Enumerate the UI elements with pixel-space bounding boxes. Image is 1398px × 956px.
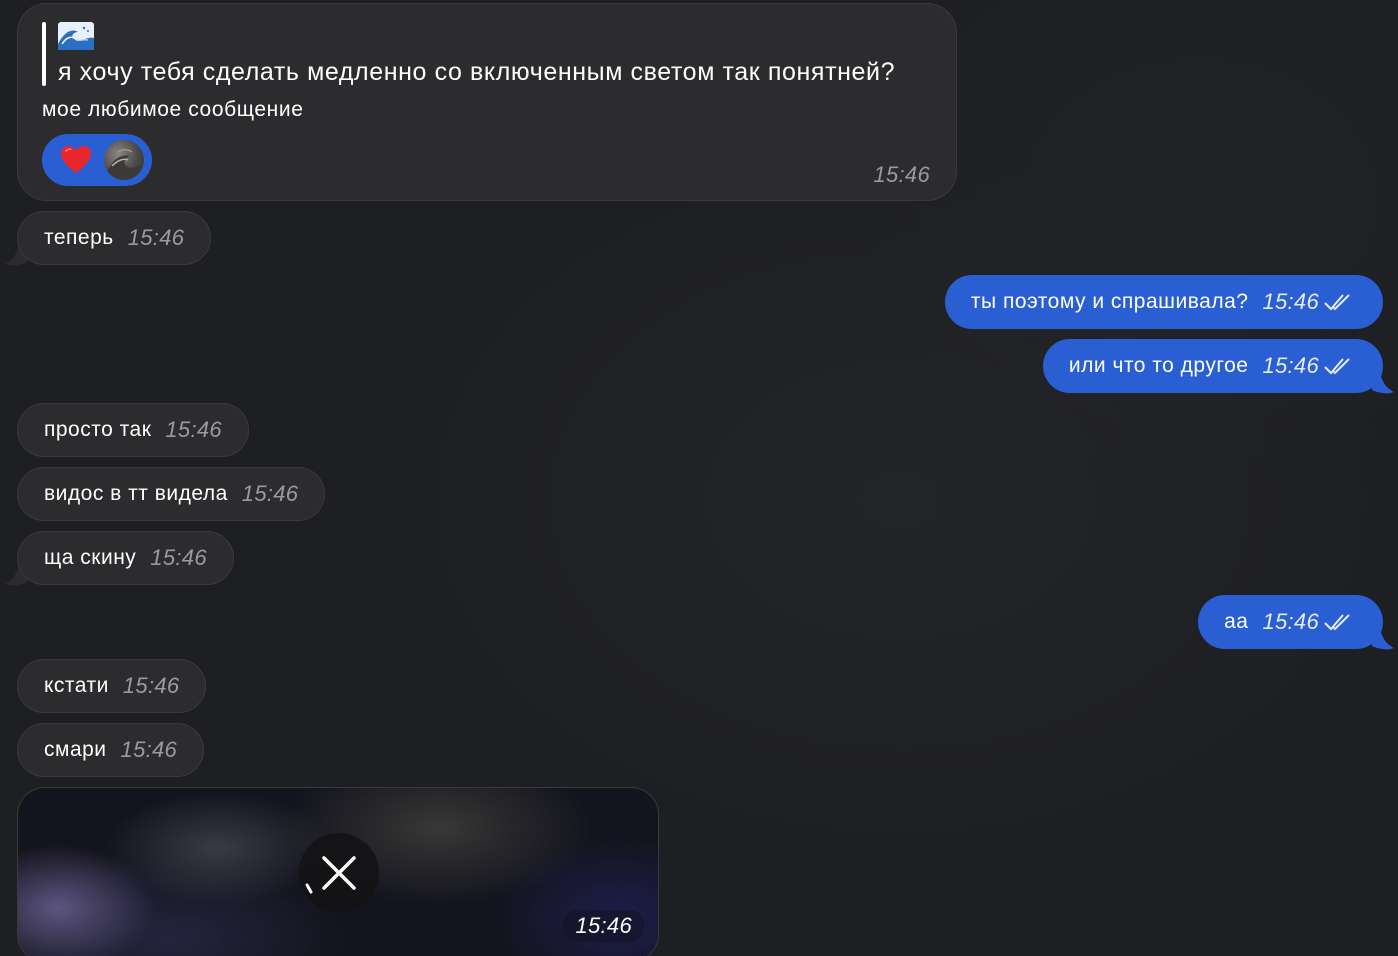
message-bubble[interactable]: видос в тт видела 15:46 <box>17 467 326 521</box>
message-bubble[interactable]: смари 15:46 <box>17 723 205 777</box>
video-message-preview[interactable]: 15:46 <box>17 787 659 956</box>
quoted-message-bubble[interactable]: я хочу тебя сделать медленно со включенн… <box>17 3 957 201</box>
close-icon <box>305 856 356 894</box>
message-text: смари <box>44 738 107 761</box>
message-bubble[interactable]: аа 15:46 <box>1198 595 1383 649</box>
timestamp: 15:46 <box>165 417 222 442</box>
message-bubble[interactable]: ща скину 15:46 <box>17 531 234 585</box>
ocean-wave-icon <box>58 22 94 50</box>
message-text: кстати <box>44 674 109 697</box>
message-text: теперь <box>44 226 114 249</box>
timestamp: 15:46 <box>150 545 207 570</box>
timestamp: 15:46 <box>1262 609 1319 634</box>
message-text: аа <box>1224 610 1249 633</box>
timestamp: 15:46 <box>563 910 644 942</box>
reactor-avatar[interactable] <box>104 140 144 180</box>
message-bubble[interactable]: или что то другое 15:46 <box>1042 339 1383 393</box>
read-checkmarks-icon <box>1323 355 1355 377</box>
timestamp: 15:46 <box>873 162 930 187</box>
heart-icon <box>61 146 91 173</box>
message-text: или что то другое <box>1068 354 1249 377</box>
message-text: мое любимое сообщение <box>42 98 304 121</box>
quoted-text: я хочу тебя сделать медленно со включенн… <box>58 58 896 86</box>
timestamp: 15:46 <box>127 225 185 250</box>
read-checkmarks-icon <box>1323 291 1355 313</box>
timestamp: 15:46 <box>1262 289 1319 314</box>
message-text: ща скину <box>44 546 137 569</box>
timestamp: 15:46 <box>241 481 299 506</box>
message-bubble[interactable]: теперь 15:46 <box>17 211 212 265</box>
message-bubble[interactable]: просто так 15:46 <box>17 403 249 457</box>
message-bubble[interactable]: ты поэтому и спрашивала? 15:46 <box>944 275 1383 329</box>
read-checkmarks-icon <box>1323 611 1355 633</box>
message-text: ты поэтому и спрашивала? <box>970 290 1249 313</box>
timestamp: 15:46 <box>120 737 178 762</box>
cancel-download-button[interactable] <box>299 833 379 913</box>
message-text: видос в тт видела <box>44 482 228 505</box>
timestamp: 15:46 <box>122 673 180 698</box>
timestamp: 15:46 <box>1262 353 1319 378</box>
message-text: просто так <box>44 418 152 441</box>
message-bubble[interactable]: кстати 15:46 <box>17 659 207 713</box>
reaction-pill[interactable] <box>42 134 152 186</box>
quote-bar <box>42 22 46 86</box>
